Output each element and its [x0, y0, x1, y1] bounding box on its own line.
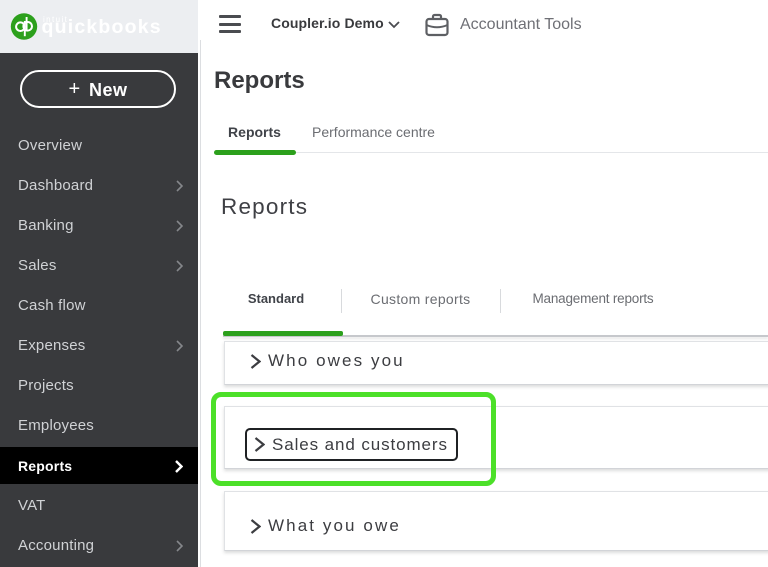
svg-text:quickbooks: quickbooks [42, 16, 162, 38]
